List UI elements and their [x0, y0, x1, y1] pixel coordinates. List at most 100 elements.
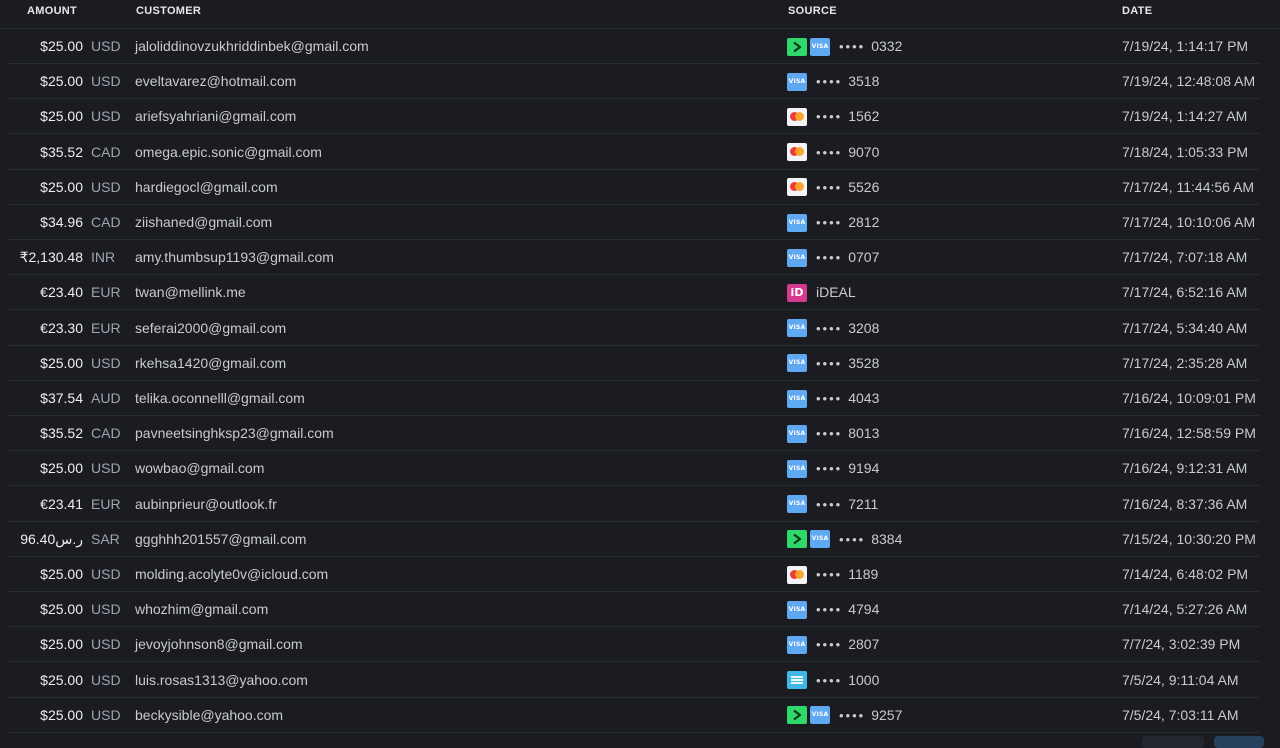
card-mask: ••••: [816, 250, 843, 266]
customer-email: ggghhh201557@gmail.com: [135, 530, 307, 547]
mastercard-icon: [787, 143, 807, 162]
date-cell: 7/19/24, 12:48:08 AM: [1122, 73, 1256, 90]
table-row[interactable]: €23.41 EUR aubinprieur@outlook.fr VISA •••• 7…: [8, 487, 1260, 522]
date-cell: 7/16/24, 10:09:01 PM: [1122, 390, 1256, 406]
table-row[interactable]: €23.30 EUR seferai2000@gmail.com VISA •••• 32…: [8, 311, 1260, 346]
currency-cell: USD: [91, 671, 121, 688]
payment-source: VISA •••• 2807: [787, 627, 879, 662]
table-row[interactable]: $25.00 USD rkehsa1420@gmail.com VISA •••• 352…: [8, 346, 1260, 381]
table-row[interactable]: $25.00 USD ariefsyahriani@gmail.com •••• 156…: [8, 99, 1260, 135]
header-date[interactable]: DATE: [1122, 5, 1152, 17]
payment-source: VISA •••• 3518: [787, 64, 879, 99]
visa-icon: VISA: [787, 213, 807, 232]
amount-cell: $37.54: [40, 390, 83, 406]
date-cell: 7/16/24, 9:12:31 AM: [1122, 460, 1248, 477]
payments-table: AMOUNT CUSTOMER SOURCE DATE $25.00 USD jal…: [0, 0, 1280, 748]
card-mask: ••••: [816, 215, 843, 230]
date-cell: 7/15/24, 10:30:20 PM: [1122, 530, 1256, 547]
currency-cell: USD: [91, 108, 121, 125]
payment-source: VISA •••• 9257: [787, 698, 902, 733]
table-row[interactable]: 96.40ر.س SAR ggghhh201557@gmail.com VISA •••…: [8, 522, 1260, 557]
table-row[interactable]: $25.00 USD whozhim@gmail.com VISA •••• 4794 7/…: [8, 592, 1260, 628]
table-row[interactable]: $35.52 CAD pavneetsinghksp23@gmail.com VISA…: [8, 416, 1260, 452]
header-amount[interactable]: AMOUNT: [27, 5, 77, 17]
date-cell: 7/17/24, 2:35:28 AM: [1122, 354, 1248, 371]
card-last4: 5526: [848, 178, 880, 195]
customer-email: twan@mellink.me: [135, 284, 246, 301]
amount-cell: $25.00: [40, 73, 83, 90]
amount-cell: $25.00: [40, 566, 83, 582]
payment-source: •••• 1562: [787, 99, 879, 134]
date-cell: 7/17/24, 11:44:56 AM: [1122, 178, 1255, 195]
card-last4: 2812: [848, 214, 880, 230]
payment-source: VISA •••• 4794: [787, 592, 879, 627]
header-source[interactable]: SOURCE: [788, 5, 837, 17]
card-mask: ••••: [839, 39, 866, 54]
payment-source: •••• 5526: [787, 170, 879, 205]
payment-source: •••• 9070: [787, 135, 879, 170]
date-cell: 7/17/24, 7:07:18 AM: [1122, 249, 1248, 266]
amount-cell: ₹2,130.48: [19, 249, 83, 266]
card-mask: ••••: [816, 144, 843, 160]
customer-email: whozhim@gmail.com: [135, 601, 269, 618]
visa-mark: VISA: [788, 605, 806, 613]
customer-email: molding.acolyte0v@icloud.com: [135, 566, 329, 582]
table-row[interactable]: $25.00 USD beckysible@yahoo.com VISA •••• 925…: [8, 698, 1260, 733]
table-row[interactable]: $25.00 USD molding.acolyte0v@icloud.com •••…: [8, 557, 1260, 592]
visa-icon: VISA: [810, 37, 830, 56]
card-mask: ••••: [816, 355, 843, 371]
date-cell: 7/18/24, 1:05:33 PM: [1122, 143, 1249, 160]
amount-cell: $35.52: [40, 143, 83, 160]
table-row[interactable]: $25.00 USD eveltavarez@hotmail.com VISA ••••…: [8, 64, 1260, 100]
currency-cell: USD: [91, 601, 121, 618]
table-row[interactable]: $25.00 USD luis.rosas1313@yahoo.com •••• 100…: [8, 663, 1260, 698]
table-row[interactable]: $37.54 AUD telika.oconnelll@gmail.com VISA •…: [8, 381, 1260, 416]
visa-icon: VISA: [787, 495, 807, 514]
header-customer[interactable]: CUSTOMER: [136, 5, 201, 17]
visa-icon: VISA: [787, 600, 807, 619]
customer-email: jaloliddinovzukhriddinbek@gmail.com: [135, 38, 369, 54]
table-row[interactable]: $25.00 USD wowbao@gmail.com VISA •••• 9194 7/1…: [8, 451, 1260, 487]
table-row[interactable]: ₹2,130.48 INR amy.thumbsup1193@gmail.com VI…: [8, 240, 1260, 276]
customer-email: aubinprieur@outlook.fr: [135, 495, 277, 512]
customer-email: eveltavarez@hotmail.com: [135, 73, 297, 90]
card-mask: ••••: [816, 461, 843, 477]
table-row[interactable]: $34.96 CAD ziishaned@gmail.com VISA •••• 2812…: [8, 205, 1260, 240]
generic-card-icon: [787, 671, 807, 690]
amount-cell: $25.00: [40, 601, 83, 618]
visa-icon: VISA: [787, 72, 807, 91]
card-mask: ••••: [816, 672, 843, 688]
amount-cell: €23.40: [40, 284, 83, 301]
amount-cell: $35.52: [40, 425, 83, 442]
card-last4: 1562: [848, 108, 880, 125]
card-last4: 3518: [848, 73, 880, 90]
currency-cell: USD: [91, 636, 121, 653]
table-row[interactable]: $35.52 CAD omega.epic.sonic@gmail.com •••• 9…: [8, 135, 1260, 170]
next-page-button[interactable]: [1214, 736, 1264, 748]
card-last4: 4043: [848, 390, 880, 406]
customer-email: telika.oconnelll@gmail.com: [135, 390, 305, 406]
card-mask: ••••: [816, 637, 843, 653]
currency-cell: USD: [91, 38, 121, 54]
amount-cell: $25.00: [40, 354, 83, 371]
visa-mark: VISA: [811, 42, 829, 50]
currency-cell: USD: [91, 178, 121, 195]
card-mask: ••••: [839, 707, 866, 723]
customer-email: omega.epic.sonic@gmail.com: [135, 143, 322, 160]
card-mask: ••••: [816, 602, 843, 618]
table-row[interactable]: $25.00 USD hardiegocl@gmail.com •••• 5526 7/1…: [8, 170, 1260, 205]
customer-email: beckysible@yahoo.com: [135, 706, 284, 723]
card-last4: 8013: [848, 425, 880, 442]
table-row[interactable]: €23.40 EUR twan@mellink.me iD iDEAL 7/17/24, …: [8, 275, 1260, 311]
mastercard-icon: [787, 178, 807, 197]
amount-cell: 96.40ر.س: [20, 530, 83, 547]
table-row[interactable]: $25.00 USD jaloliddinovzukhriddinbek@gmail…: [8, 29, 1260, 64]
link-icon: [787, 37, 807, 56]
table-row[interactable]: $25.00 USD jevoyjohnson8@gmail.com VISA ••••…: [8, 627, 1260, 663]
amount-cell: €23.41: [40, 495, 83, 512]
customer-email: wowbao@gmail.com: [135, 460, 265, 477]
card-mask: ••••: [816, 179, 843, 195]
previous-page-button[interactable]: [1142, 736, 1204, 748]
date-cell: 7/14/24, 5:27:26 AM: [1122, 601, 1248, 618]
ideal-mark: iD: [790, 286, 804, 300]
